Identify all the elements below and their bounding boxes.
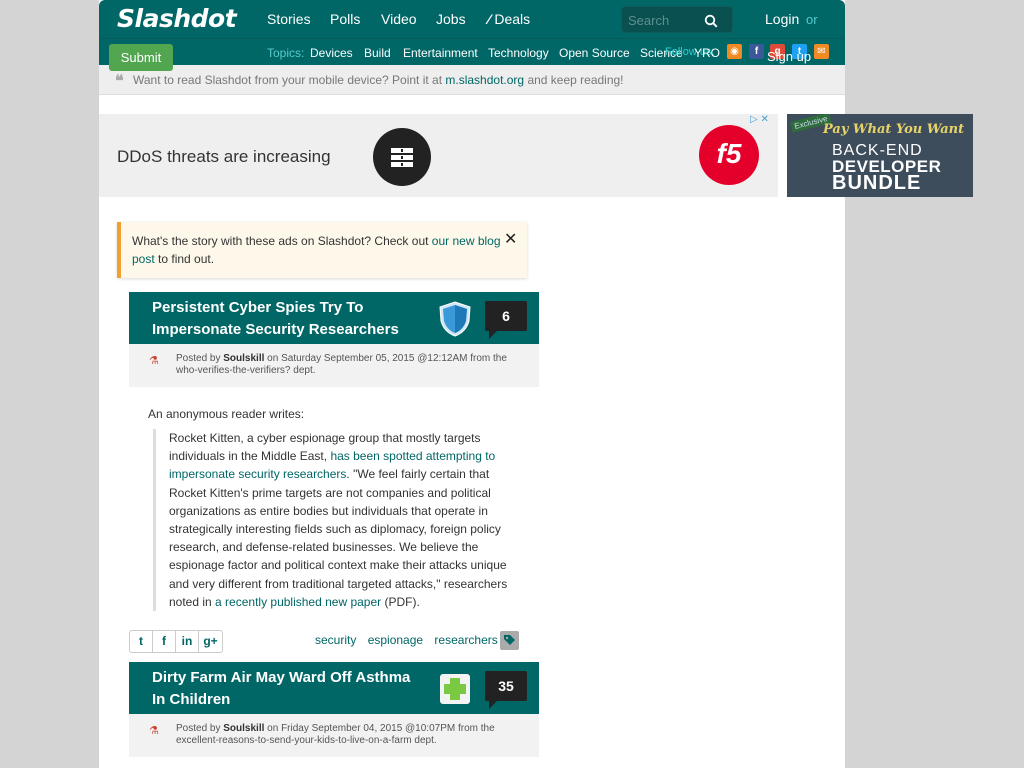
login-link[interactable]: Login xyxy=(765,11,799,27)
topic-technology[interactable]: Technology xyxy=(488,46,549,60)
topic-devices[interactable]: Devices xyxy=(310,46,353,60)
story-title[interactable]: Persistent Cyber Spies Try To Impersonat… xyxy=(152,297,422,341)
close-icon[interactable]: ✕ xyxy=(504,229,517,249)
story-title[interactable]: Dirty Farm Air May Ward Off Asthma In Ch… xyxy=(152,667,422,711)
tag-researchers[interactable]: researchers xyxy=(434,633,497,647)
flask-icon: ⚗ xyxy=(149,355,159,367)
share-twitter-icon[interactable]: t xyxy=(130,631,153,652)
story-meta: ⚗ Posted by Soulskill on Saturday Septem… xyxy=(129,344,539,387)
signup-link[interactable]: Sign up xyxy=(767,49,811,64)
comment-count[interactable]: 6 xyxy=(485,301,527,339)
quote-part-2: . "We feel fairly certain that Rocket Ki… xyxy=(169,467,508,609)
email-icon[interactable]: ✉ xyxy=(814,44,829,59)
topic-build[interactable]: Build xyxy=(364,46,391,60)
quote-link-2[interactable]: a recently published new paper xyxy=(215,595,381,609)
ad-text: DDoS threats are increasing xyxy=(117,147,331,166)
topic-open-source[interactable]: Open Source xyxy=(559,46,630,60)
story-header: Persistent Cyber Spies Try To Impersonat… xyxy=(129,292,539,344)
story-quote: Rocket Kitten, a cyber espionage group t… xyxy=(153,429,523,612)
topics-bar: Topics: Devices Build Entertainment Tech… xyxy=(99,38,845,65)
share-googleplus-icon[interactable]: g+ xyxy=(199,631,222,652)
notice-text-before: What's the story with these ads on Slash… xyxy=(132,234,429,248)
bundle-pay-text: Pay What You Want xyxy=(823,122,965,137)
topics-label: Topics: xyxy=(267,46,305,60)
story-author[interactable]: Soulskill xyxy=(223,353,264,364)
notice-text-after: to find out. xyxy=(158,252,215,266)
search-box[interactable]: Search xyxy=(621,6,733,33)
nav-video[interactable]: Video xyxy=(381,11,417,27)
nav-polls[interactable]: Polls xyxy=(330,11,360,27)
quote-part-3: (PDF). xyxy=(384,594,420,609)
share-buttons: t f in g+ xyxy=(129,630,223,653)
submit-button[interactable]: Submit xyxy=(109,44,173,71)
mobile-link[interactable]: m.slashdot.org xyxy=(445,73,524,87)
tag-security[interactable]: security xyxy=(315,633,356,647)
slashdot-logo[interactable]: Slashdot xyxy=(117,4,237,33)
topic-entertainment[interactable]: Entertainment xyxy=(403,46,478,60)
story-tags: security espionage researchers xyxy=(315,633,506,647)
story-author[interactable]: Soulskill xyxy=(223,723,264,734)
share-facebook-icon[interactable]: f xyxy=(153,631,176,652)
facebook-icon[interactable]: f xyxy=(749,44,764,59)
bundle-line-3: BUNDLE xyxy=(832,172,922,194)
or-text: or xyxy=(806,12,818,27)
story-meta: ⚗ Posted by Soulskill on Friday Septembe… xyxy=(129,714,539,757)
nav-deals-label: Deals xyxy=(494,11,531,27)
medical-cross-icon[interactable] xyxy=(439,671,471,707)
notice-text: What's the story with these ads on Slash… xyxy=(132,232,512,268)
tag-espionage[interactable]: espionage xyxy=(368,633,423,647)
banner-ad[interactable]: DDoS threats are increasing f5 ▷ ✕ xyxy=(99,114,778,197)
posted-by-label: Posted by xyxy=(176,353,221,364)
topic-yro[interactable]: YRO xyxy=(694,46,720,60)
nav-deals[interactable]: ⁄ Deals xyxy=(488,11,530,27)
story-byline: Posted by Soulskill on Friday September … xyxy=(176,723,526,747)
mobile-notice-bar: ❝ Want to read Slashdot from your mobile… xyxy=(99,65,845,95)
story-byline: Posted by Soulskill on Saturday Septembe… xyxy=(176,353,526,377)
top-nav-bar: Slashdot Stories Polls Video Jobs ⁄ Deals… xyxy=(99,0,845,38)
search-icon[interactable] xyxy=(704,14,718,28)
flask-icon: ⚗ xyxy=(149,725,159,737)
story-header: Dirty Farm Air May Ward Off Asthma In Ch… xyxy=(129,662,539,714)
server-icon xyxy=(373,128,431,186)
tag-icon[interactable] xyxy=(500,631,519,650)
comment-count[interactable]: 35 xyxy=(485,671,527,709)
page: Slashdot Stories Polls Video Jobs ⁄ Deals… xyxy=(99,0,845,768)
shield-icon[interactable] xyxy=(439,301,471,337)
nav-jobs[interactable]: Jobs xyxy=(436,11,466,27)
story-intro: An anonymous reader writes: xyxy=(148,407,305,421)
mobile-text-after: and keep reading! xyxy=(527,73,624,87)
share-linkedin-icon[interactable]: in xyxy=(176,631,199,652)
ads-notice: What's the story with these ads on Slash… xyxy=(117,222,527,278)
ad-choices-icon[interactable]: ▷ ✕ xyxy=(750,114,769,125)
posted-by-label: Posted by xyxy=(176,723,221,734)
mobile-text: Want to read Slashdot from your mobile d… xyxy=(133,73,624,87)
search-input[interactable]: Search xyxy=(628,13,669,28)
f5-logo: f5 xyxy=(699,125,759,185)
nav-stories[interactable]: Stories xyxy=(267,11,311,27)
bundle-ad[interactable]: Exclusive Pay What You Want BACK-END DEV… xyxy=(787,114,973,197)
mobile-text-before: Want to read Slashdot from your mobile d… xyxy=(133,73,443,87)
rss-icon[interactable]: ◉ xyxy=(727,44,742,59)
quote-icon: ❝ xyxy=(115,71,124,90)
deals-icon: ⁄ xyxy=(488,11,491,27)
